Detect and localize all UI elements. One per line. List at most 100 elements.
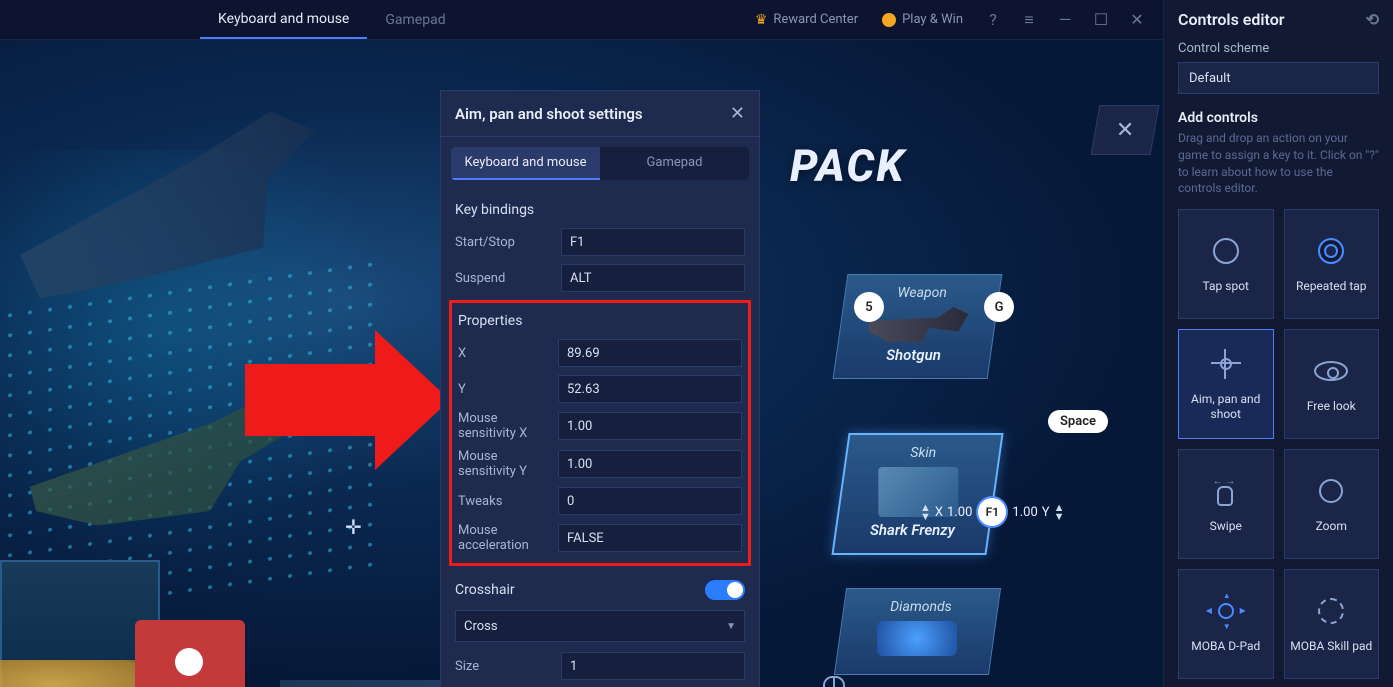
crosshair-type-value: Cross bbox=[464, 619, 498, 634]
tile-free-look[interactable]: Free look bbox=[1284, 329, 1380, 439]
crosshair-marker: ✛ bbox=[345, 515, 362, 539]
tab-gamepad[interactable]: Gamepad bbox=[367, 0, 463, 39]
tile-label: Aim, pan and shoot bbox=[1179, 392, 1273, 423]
menu-icon[interactable]: ≡ bbox=[1013, 4, 1045, 36]
size-label: Size bbox=[455, 659, 561, 674]
coin-icon bbox=[882, 13, 896, 27]
row-y: Y bbox=[458, 375, 742, 403]
crosshair-section-header: Crosshair bbox=[455, 580, 745, 600]
row-tweaks: Tweaks bbox=[458, 487, 742, 515]
y-input[interactable] bbox=[558, 375, 742, 403]
row-accel: Mouse acceleration bbox=[458, 523, 742, 553]
skin-card[interactable]: Skin Shark Frenzy bbox=[831, 433, 1003, 555]
axis-overlay[interactable]: ▲▼ X 1.00 F1 1.00 Y ▲▼ bbox=[920, 496, 1064, 528]
tile-zoom[interactable]: Zoom bbox=[1284, 449, 1380, 559]
repeated-tap-icon bbox=[1313, 233, 1349, 269]
key-badge-5[interactable]: 5 bbox=[854, 292, 884, 322]
crosshair-type-select[interactable]: Cross ▼ bbox=[455, 610, 745, 642]
tweaks-label: Tweaks bbox=[458, 494, 558, 509]
close-window-icon[interactable]: ✕ bbox=[1121, 4, 1153, 36]
size-input[interactable] bbox=[561, 652, 745, 680]
game-back-button[interactable]: ✕ bbox=[1091, 105, 1160, 155]
axis-y-value: 1.00 bbox=[1012, 505, 1037, 520]
sidebar-title-row: Controls editor ⟲ bbox=[1178, 10, 1379, 29]
chevron-down-icon: ▼ bbox=[726, 621, 736, 632]
dialog-body: Key bindings Start/Stop Suspend Properti… bbox=[441, 180, 759, 687]
tile-label: MOBA D-Pad bbox=[1187, 639, 1264, 655]
row-start-stop: Start/Stop bbox=[455, 228, 745, 256]
crosshair-toggle[interactable] bbox=[705, 580, 745, 600]
keybindings-title: Key bindings bbox=[455, 202, 745, 218]
suspend-label: Suspend bbox=[455, 271, 561, 286]
dialog-tabs: Keyboard and mouse Gamepad bbox=[451, 147, 749, 180]
weapon-card[interactable]: Weapon Shotgun bbox=[833, 274, 1003, 379]
crosshair-title: Crosshair bbox=[455, 582, 515, 598]
tile-label: Swipe bbox=[1206, 519, 1246, 535]
diamonds-card[interactable]: Diamonds bbox=[834, 588, 1001, 675]
tile-repeated-tap[interactable]: Repeated tap bbox=[1284, 209, 1380, 319]
help-icon[interactable]: ? bbox=[977, 4, 1009, 36]
top-tabs: Keyboard and mouse Gamepad bbox=[200, 0, 464, 39]
key-badge-space[interactable]: Space bbox=[1048, 410, 1108, 433]
accel-input[interactable] bbox=[558, 524, 742, 552]
dialog-close-icon[interactable]: ✕ bbox=[730, 103, 745, 124]
play-win-label: Play & Win bbox=[902, 12, 963, 27]
accel-label: Mouse acceleration bbox=[458, 523, 558, 553]
diamonds-card-title: Diamonds bbox=[844, 599, 997, 615]
add-controls-title: Add controls bbox=[1178, 110, 1379, 126]
arrow-annotation bbox=[245, 330, 450, 470]
axis-x-value: 1.00 bbox=[947, 505, 972, 520]
pack-title: PACK bbox=[790, 140, 906, 192]
minimize-icon[interactable]: — bbox=[1049, 4, 1081, 36]
skill-pad-icon bbox=[1313, 593, 1349, 629]
tile-label: Free look bbox=[1303, 399, 1360, 415]
tile-moba-dpad[interactable]: ▲ ▼ ◀ ▶ MOBA D-Pad bbox=[1178, 569, 1274, 679]
reset-scheme-icon[interactable]: ⟲ bbox=[1366, 10, 1379, 29]
chevron-up-down-icon: ▲▼ bbox=[920, 503, 931, 521]
msx-input[interactable] bbox=[558, 412, 742, 440]
suspend-input[interactable] bbox=[561, 264, 745, 292]
tile-swipe[interactable]: ← → Swipe bbox=[1178, 449, 1274, 559]
tweaks-input[interactable] bbox=[558, 487, 742, 515]
dpad-icon: ▲ ▼ ◀ ▶ bbox=[1208, 593, 1244, 629]
tile-moba-skill-pad[interactable]: MOBA Skill pad bbox=[1284, 569, 1380, 679]
tab-keyboard-mouse[interactable]: Keyboard and mouse bbox=[200, 0, 367, 39]
mouse-icon bbox=[823, 676, 845, 687]
start-stop-input[interactable] bbox=[561, 228, 745, 256]
row-x: X bbox=[458, 339, 742, 367]
scheme-select[interactable]: Default bbox=[1178, 62, 1379, 94]
start-stop-label: Start/Stop bbox=[455, 235, 561, 250]
free-look-icon bbox=[1313, 353, 1349, 389]
skin-card-title: Skin bbox=[848, 445, 999, 461]
controls-editor-sidebar: Controls editor ⟲ Control scheme Default… bbox=[1163, 0, 1393, 687]
msy-label: Mouse sensitivity Y bbox=[458, 449, 558, 479]
x-label: X bbox=[458, 346, 558, 361]
row-msx: Mouse sensitivity X bbox=[458, 411, 742, 441]
tile-label: MOBA Skill pad bbox=[1286, 639, 1376, 655]
row-suspend: Suspend bbox=[455, 264, 745, 292]
maximize-icon[interactable]: ☐ bbox=[1085, 4, 1117, 36]
tile-tap-spot[interactable]: Tap spot bbox=[1178, 209, 1274, 319]
chevron-up-down-icon: ▲▼ bbox=[1054, 503, 1065, 521]
play-win-button[interactable]: Play & Win bbox=[872, 0, 973, 39]
dialog-tab-gamepad[interactable]: Gamepad bbox=[600, 147, 749, 180]
crown-icon: ♛ bbox=[755, 12, 768, 28]
swipe-icon: ← → bbox=[1208, 473, 1244, 509]
msy-input[interactable] bbox=[558, 450, 742, 478]
tile-aim-pan-shoot[interactable]: Aim, pan and shoot bbox=[1178, 329, 1274, 439]
tile-label: Repeated tap bbox=[1292, 279, 1371, 295]
y-label: Y bbox=[458, 382, 558, 397]
x-input[interactable] bbox=[558, 339, 742, 367]
diamonds-icon bbox=[877, 621, 957, 656]
dialog-header: Aim, pan and shoot settings ✕ bbox=[441, 91, 759, 137]
tile-label: Tap spot bbox=[1199, 279, 1253, 295]
dialog-tab-kbm[interactable]: Keyboard and mouse bbox=[451, 147, 600, 180]
topbar-right: ♛ Reward Center Play & Win ? ≡ — ☐ ✕ bbox=[745, 0, 1153, 39]
dialog-title: Aim, pan and shoot settings bbox=[455, 105, 643, 123]
reward-center-button[interactable]: ♛ Reward Center bbox=[745, 0, 868, 39]
key-badge-g[interactable]: G bbox=[984, 292, 1014, 322]
msx-label: Mouse sensitivity X bbox=[458, 411, 558, 441]
controls-grid: Tap spot Repeated tap Aim, pan and shoot… bbox=[1178, 209, 1379, 679]
axis-y-label: Y bbox=[1042, 505, 1050, 520]
key-badge-f1[interactable]: F1 bbox=[976, 496, 1008, 528]
